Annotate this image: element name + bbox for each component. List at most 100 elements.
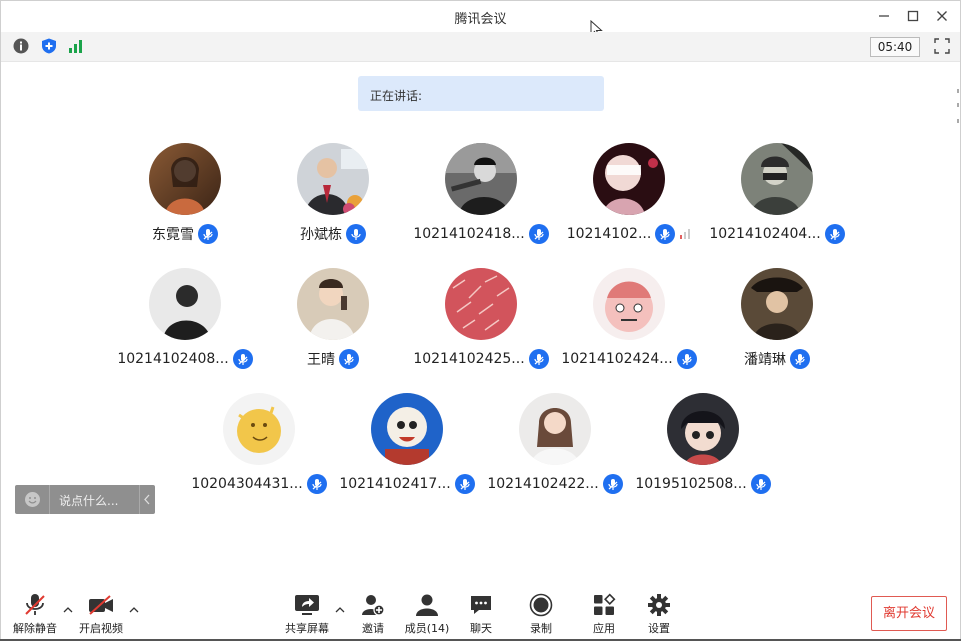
title-bar: 腾讯会议 (1, 1, 960, 39)
record-icon (529, 593, 553, 617)
participant-name: 10214102... (566, 226, 652, 242)
apps-label: 应用 (593, 622, 615, 635)
audio-options-chevron-icon[interactable] (63, 605, 73, 615)
participant-tile[interactable]: 10214102424... (555, 268, 703, 378)
participant-name: 10214102425... (413, 351, 525, 367)
invite-label: 邀请 (362, 622, 384, 635)
participant-name-row: 潘靖琳 (703, 349, 851, 369)
mic-muted-icon (25, 594, 45, 615)
chat-button[interactable]: 聊天 (461, 593, 501, 636)
avatar (149, 143, 221, 215)
video-off-icon (89, 595, 113, 615)
mic-icon (306, 474, 327, 494)
participant-tile[interactable]: 10214102408... (111, 268, 259, 378)
avatar (149, 268, 221, 340)
participant-tile[interactable]: 潘靖琳 (703, 268, 851, 378)
start-video-button[interactable]: 开启视频 (75, 593, 127, 636)
fullscreen-icon[interactable] (934, 38, 950, 54)
avatar (741, 143, 813, 215)
mic-icon (602, 474, 623, 494)
mic-icon (339, 349, 359, 369)
participant-tile[interactable]: 10214102417... (333, 393, 481, 503)
emoji-icon[interactable] (24, 491, 41, 508)
mic-icon (528, 224, 549, 244)
participant-name: 10214102418... (413, 226, 525, 242)
mic-icon (346, 224, 366, 244)
signal-icon[interactable] (68, 38, 84, 54)
gear-icon (648, 594, 670, 616)
right-edge-marks (957, 89, 960, 129)
participant-name-row: 10214102408... (111, 349, 259, 369)
collapse-chevron-icon[interactable] (143, 494, 151, 505)
chat-placeholder: 说点什么... (59, 494, 119, 508)
participant-tile[interactable]: 10204304431... (185, 393, 333, 503)
participant-name-row: 10195102508... (629, 474, 777, 494)
avatar (519, 393, 591, 465)
share-options-chevron-icon[interactable] (335, 605, 345, 615)
settings-button[interactable]: 设置 (639, 593, 679, 636)
participant-tile[interactable]: 10195102508... (629, 393, 777, 503)
meeting-toolbar: 解除静音 开启视频 共享屏幕 邀请 成员(14) 聊天 录制 应用 设置 离开会… (1, 585, 960, 640)
close-button[interactable] (933, 7, 951, 25)
share-screen-icon (295, 595, 319, 615)
participant-name: 10204304431... (191, 476, 303, 492)
invite-user-icon (362, 595, 385, 616)
meeting-window: 腾讯会议 05:40 正在讲话: 东霓雪 孙斌栋 10214102418... … (0, 0, 961, 641)
window-title: 腾讯会议 (454, 12, 507, 27)
avatar (297, 143, 369, 215)
participant-tile[interactable]: 东霓雪 (111, 143, 259, 253)
share-screen-label: 共享屏幕 (285, 622, 329, 635)
invite-button[interactable]: 邀请 (353, 593, 393, 636)
minimize-button[interactable] (875, 7, 893, 25)
participant-name: 10214102408... (117, 351, 229, 367)
leave-meeting-button[interactable]: 离开会议 (871, 596, 947, 631)
members-icon (416, 594, 438, 616)
members-button[interactable]: 成员(14) (401, 593, 453, 636)
participant-name-row: 10214102404... (703, 224, 851, 244)
participant-tile[interactable]: 10214102422... (481, 393, 629, 503)
mic-icon (198, 224, 218, 244)
mic-icon (232, 349, 253, 369)
apps-button[interactable]: 应用 (584, 593, 624, 636)
speaking-label: 正在讲话: (370, 89, 423, 103)
mic-icon (676, 349, 697, 369)
participant-name: 潘靖琳 (744, 352, 786, 368)
participant-name: 10214102417... (339, 476, 451, 492)
avatar (741, 268, 813, 340)
participant-tile[interactable]: 10214102425... (407, 268, 555, 378)
participant-name-row: 10214102417... (333, 474, 481, 494)
participant-name: 王晴 (307, 352, 335, 368)
participant-tile[interactable]: 10214102418... (407, 143, 555, 253)
unmute-button[interactable]: 解除静音 (11, 593, 59, 636)
mic-icon (750, 474, 771, 494)
close-icon (937, 11, 947, 21)
chat-icon (471, 596, 491, 614)
participant-name-row: 10214102... (555, 224, 703, 244)
chat-label: 聊天 (470, 622, 492, 635)
participant-name-row: 王晴 (259, 349, 407, 369)
record-button[interactable]: 录制 (521, 593, 561, 636)
participant-name: 10195102508... (635, 476, 747, 492)
members-label: 成员(14) (404, 622, 450, 635)
participant-name-row: 10214102422... (481, 474, 629, 494)
participant-tile[interactable]: 孙斌栋 (259, 143, 407, 253)
participant-name: 10214102422... (487, 476, 599, 492)
participant-name-row: 10214102418... (407, 224, 555, 244)
share-screen-button[interactable]: 共享屏幕 (283, 593, 331, 636)
participant-tile[interactable]: 10214102404... (703, 143, 851, 253)
audio-level-icon (680, 229, 691, 239)
participant-name: 孙斌栋 (300, 227, 342, 243)
participant-tile[interactable]: 10214102... (555, 143, 703, 253)
info-icon[interactable] (13, 38, 29, 54)
avatar (371, 393, 443, 465)
maximize-icon (907, 10, 919, 22)
participant-name-row: 10214102425... (407, 349, 555, 369)
shield-icon[interactable] (41, 38, 57, 54)
video-options-chevron-icon[interactable] (129, 605, 139, 615)
avatar (593, 268, 665, 340)
participant-tile[interactable]: 王晴 (259, 268, 407, 378)
maximize-button[interactable] (904, 7, 922, 25)
mic-icon (528, 349, 549, 369)
mic-icon (454, 474, 475, 494)
chat-quick-input[interactable]: 说点什么... (15, 485, 155, 514)
